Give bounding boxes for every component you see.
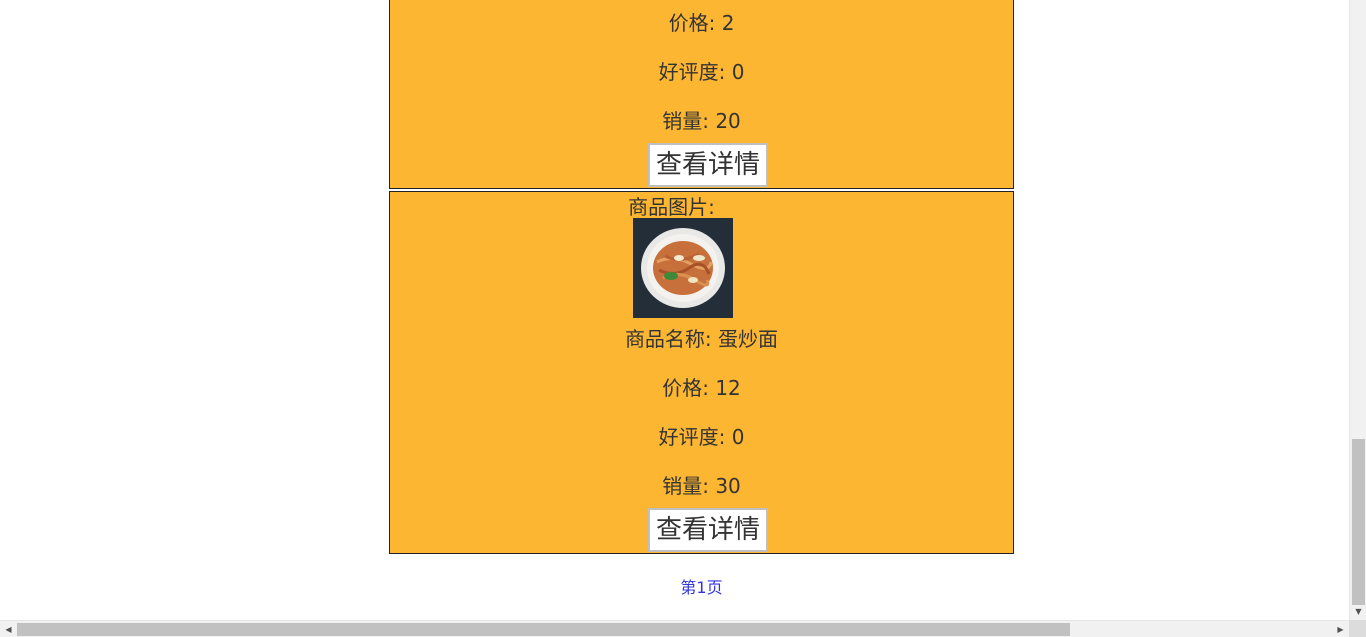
scrollbar-corner (1349, 620, 1366, 637)
view-details-button[interactable]: 查看详情 (648, 143, 768, 187)
scroll-left-arrow-icon[interactable]: ◀ (0, 621, 17, 637)
product-image (633, 218, 733, 318)
horizontal-scrollbar[interactable]: ◀ ▶ (0, 620, 1349, 637)
product-card: 价格: 2 好评度: 0 销量: 20 查看详情 (389, 0, 1014, 189)
rating-label: 好评度: (658, 425, 726, 449)
price-value: 12 (715, 376, 741, 400)
rating-value: 0 (731, 425, 745, 449)
sales-value: 30 (715, 474, 741, 498)
price-label: 价格: (668, 11, 716, 35)
rating-value: 0 (731, 60, 745, 84)
scroll-down-arrow-icon[interactable]: ▼ (1350, 604, 1366, 620)
vertical-scrollbar[interactable]: ▼ (1349, 0, 1366, 620)
product-card: 商品图片: 商品名称: 蛋炒面 价格: 12 好评度: 0 销量: 30 查看详… (389, 191, 1014, 554)
scroll-right-arrow-icon[interactable]: ▶ (1332, 621, 1349, 637)
sales-label: 销量: (662, 474, 709, 498)
sales-line: 销量: 20 (390, 109, 1013, 133)
name-line: 商品名称: 蛋炒面 (390, 327, 1013, 351)
image-label-line: 商品图片: (330, 195, 1013, 219)
sales-line: 销量: 30 (390, 474, 1013, 498)
page-link-1[interactable]: 第1页 (680, 578, 722, 597)
page-viewport: 价格: 2 好评度: 0 销量: 20 查看详情 商品图片: 商品名称: 蛋炒面… (0, 0, 1349, 620)
rating-line: 好评度: 0 (390, 60, 1013, 84)
price-label: 价格: (662, 376, 709, 400)
price-value: 2 (721, 11, 735, 35)
view-details-button[interactable]: 查看详情 (648, 508, 768, 552)
sales-value: 20 (715, 109, 741, 133)
rating-line: 好评度: 0 (390, 425, 1013, 449)
price-line: 价格: 12 (390, 376, 1013, 400)
rating-label: 好评度: (658, 60, 726, 84)
price-line: 价格: 2 (390, 11, 1013, 35)
fried-noodles-photo-icon (633, 218, 733, 318)
pagination: 第1页 (389, 577, 1014, 599)
name-label: 商品名称: (624, 327, 712, 351)
image-label: 商品图片: (628, 195, 715, 219)
horizontal-scrollbar-thumb[interactable] (17, 623, 1070, 636)
name-value: 蛋炒面 (718, 327, 779, 351)
vertical-scrollbar-thumb[interactable] (1352, 439, 1365, 605)
sales-label: 销量: (662, 109, 709, 133)
